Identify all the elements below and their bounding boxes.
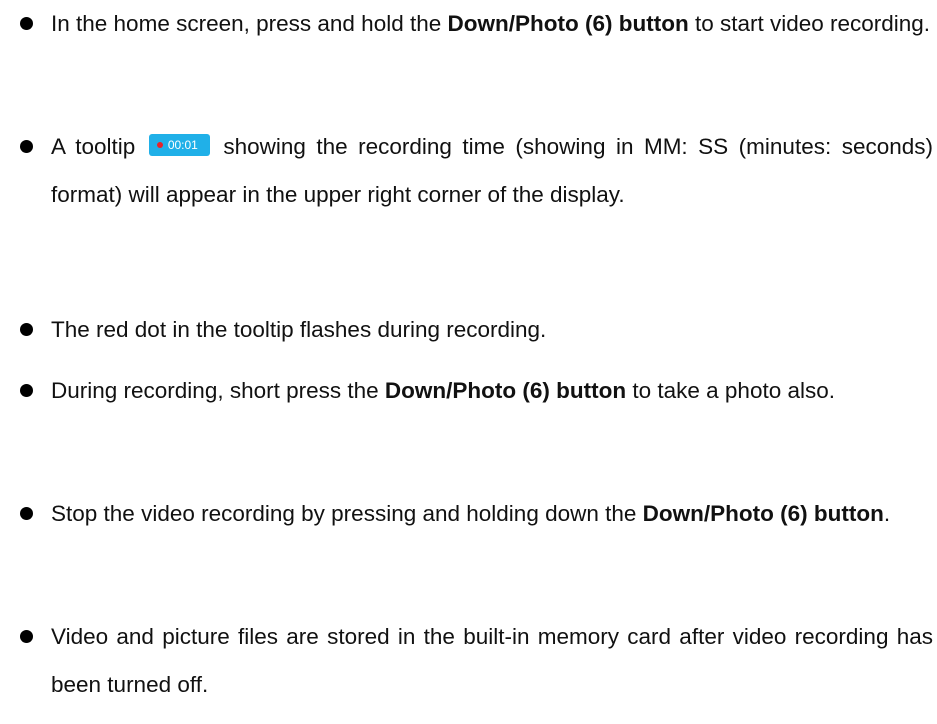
button-reference: Down/Photo (6) button (384, 378, 627, 403)
item-text: During recording, short press the (51, 378, 385, 403)
bullet-icon (20, 384, 33, 397)
record-dot-icon (156, 142, 163, 149)
item-text: The red dot in the tooltip flashes durin… (51, 317, 547, 342)
bullet-icon (20, 507, 33, 520)
item-text: . (883, 501, 891, 526)
item-text: A tooltip (51, 134, 136, 159)
item-text: Stop the video recording by pressing and… (51, 501, 643, 526)
list-item: In the home screen, press and hold the D… (0, 0, 933, 48)
item-text: In the home screen, press and hold the (51, 11, 448, 36)
list-item: During recording, short press the Down/P… (0, 367, 933, 415)
bullet-icon (20, 17, 33, 30)
item-text: to start video recording. (688, 11, 931, 36)
list-item: Video and picture files are stored in th… (0, 613, 933, 708)
recording-tooltip: 00:01 (148, 134, 210, 157)
list-item: A tooltip 00:01 showing the recording ti… (0, 123, 933, 218)
item-text: Video and picture files are stored in th… (51, 624, 933, 697)
bullet-icon (20, 323, 33, 336)
list-item: The red dot in the tooltip flashes durin… (0, 306, 933, 354)
button-reference: Down/Photo (6) button (642, 501, 884, 526)
button-reference: Down/Photo (6) button (447, 11, 689, 36)
list-item: Stop the video recording by pressing and… (0, 490, 933, 538)
bullet-icon (20, 140, 33, 153)
bullet-icon (20, 630, 33, 643)
item-text: to take a photo also. (626, 378, 836, 403)
recording-time: 00:01 (167, 138, 198, 153)
